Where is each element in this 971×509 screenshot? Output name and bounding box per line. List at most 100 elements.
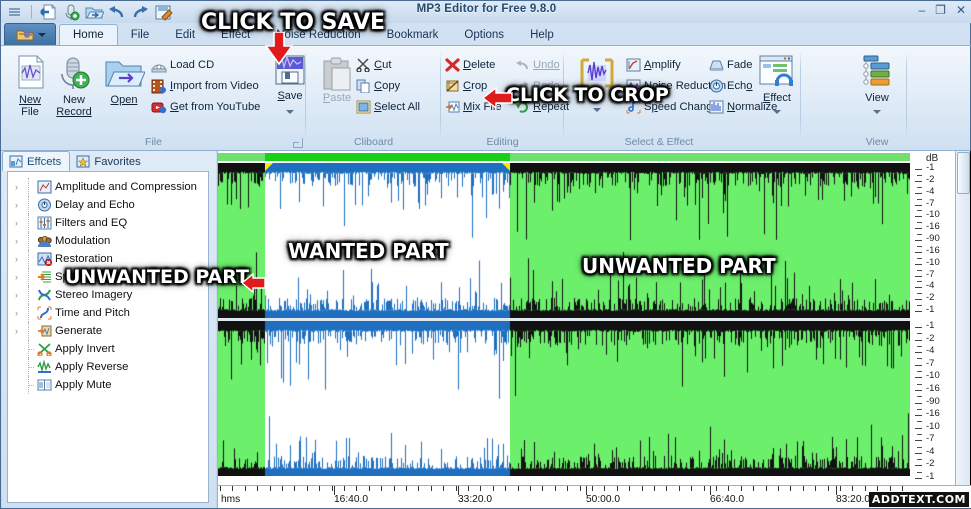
tab-bookmark[interactable]: Bookmark [374,25,452,46]
selection-handle-right[interactable] [502,163,510,171]
tree-item-apply-invert[interactable]: Apply Invert [8,340,208,358]
time-tick [356,486,357,491]
tab-favorites[interactable]: Favorites [70,152,148,171]
tree-item-filters-and-eq[interactable]: › Filters and EQ [8,214,208,232]
time-major-tick [710,486,711,495]
db-tick [915,240,922,241]
tree-item-stereo-imagery[interactable]: › Stereo Imagery [8,286,208,304]
maximize-button[interactable]: ❐ [935,4,946,16]
youtube-icon [151,100,167,115]
db-tick [915,427,922,429]
time-tick [716,486,717,491]
expand-chevron-icon[interactable]: › [12,218,21,228]
db-tick-label: -90 [926,395,940,407]
time-tick [865,486,866,491]
load-cd-item[interactable]: Load CD [151,58,214,73]
get-from-youtube-item[interactable]: Get from YouTube [151,100,260,115]
tab-effects-label: Effcets [27,155,62,168]
annotation-wanted-part: WANTED PART [288,239,449,263]
tree-item-time-and-pitch[interactable]: › Time and Pitch [8,304,208,322]
vertical-scrollbar[interactable] [955,151,970,486]
cut-item[interactable]: Cut [356,58,391,72]
undo-label: Undo [533,58,560,71]
group-label-view: View [865,136,889,148]
time-tick [406,486,407,491]
track-overview-bar[interactable] [218,153,910,161]
crop-item[interactable]: Crop [445,79,487,93]
expand-chevron-icon[interactable]: › [12,308,21,318]
select-dropdown-caret[interactable] [593,108,601,112]
tree-item-generate[interactable]: › Generate [8,322,208,340]
db-tick-label: -16 [926,221,940,233]
amplify-label: Amplify [644,58,681,71]
tree-guide [24,250,34,268]
tree-item-apply-mute[interactable]: Apply Mute [8,376,208,394]
db-tick-label: -4 [926,280,935,292]
echo-item[interactable]: Echo [709,79,753,93]
file-dialog-launcher[interactable] [293,138,303,148]
db-tick [915,364,922,366]
minimize-button[interactable]: – [918,4,925,16]
tab-effects[interactable]: Effcets [2,151,71,171]
tree-guide [24,340,34,358]
save-dropdown-caret[interactable] [286,110,294,114]
waveform-editor[interactable]: dB -1 -2 -4 -7 -10 -16 -90 -16 -10 -7 -4 -2 -1 -1 -2 -4… [217,151,971,508]
copy-item[interactable]: Copy [356,79,400,93]
new-file-button[interactable]: New File [7,54,53,118]
undo-item[interactable]: Undo [515,58,560,72]
expand-chevron-icon[interactable]: › [12,254,21,264]
view-button[interactable]: View [854,54,900,114]
tab-home[interactable]: Home [59,24,118,46]
tab-file[interactable]: File [118,25,163,46]
expand-chevron-icon[interactable]: › [12,290,21,300]
selection-handle-left[interactable] [265,163,273,171]
expand-chevron-icon[interactable]: › [12,272,21,282]
delete-item[interactable]: Delete [445,58,495,72]
expand-chevron-icon[interactable]: › [12,326,21,336]
tab-help[interactable]: Help [517,25,567,46]
time-ruler[interactable]: hms 16:40.0 33:20.0 50:00.0 66:40.0 83:2… [218,485,971,508]
open-button[interactable]: Open [101,54,147,106]
time-tick [270,486,271,491]
effects-tree[interactable]: › Amplitude and Compression › Delay and Ech… [7,171,209,503]
view-dropdown-caret[interactable] [873,110,881,114]
db-tick-label: -1 [926,471,935,482]
tree-item-delay-and-echo[interactable]: › Delay and Echo [8,196,208,214]
tab-label: Edit [175,29,196,41]
time-tick [592,486,593,491]
select-all-label: Select All [374,100,421,113]
time-tick [877,486,878,491]
db-minor-tick [917,293,922,295]
db-tick-label: -2 [926,332,935,344]
expand-chevron-icon[interactable]: › [12,200,21,210]
paste-button[interactable]: Paste [314,56,360,104]
expand-chevron-icon[interactable]: › [12,182,21,192]
tree-item-apply-reverse[interactable]: Apply Reverse [8,358,208,376]
tab-favorites-label: Favorites [94,155,141,168]
waveform-channel-right[interactable] [218,321,910,476]
chevron-down-icon [37,33,46,37]
effect-button[interactable]: Effect [754,54,800,114]
scrollbar-thumb[interactable] [957,152,970,194]
effect-dropdown-caret[interactable] [773,110,781,114]
time-tick [493,486,494,491]
time-unit-label: hms [221,494,241,505]
application-menu-button[interactable] [4,23,56,47]
db-tick-label: -7 [926,197,935,209]
time-tick [294,486,295,491]
select-all-item[interactable]: Select All [356,100,420,114]
cd-icon [151,58,167,73]
expand-chevron-icon[interactable]: › [12,236,21,246]
amplify-item[interactable]: Amplify [626,58,681,72]
new-record-button[interactable]: New Record [51,54,97,118]
tree-item-modulation[interactable]: › Modulation [8,232,208,250]
import-from-video-item[interactable]: Import from Video [151,79,259,94]
close-button[interactable]: ✕ [956,4,966,16]
video-icon [151,79,167,94]
tree-item-amplitude-and-compression[interactable]: › Amplitude and Compression [8,178,208,196]
fade-item[interactable]: Fade [709,58,753,72]
delete-label: Delete [463,58,496,71]
group-label-clipboard: Cliboard [353,136,394,148]
tab-options[interactable]: Options [451,25,517,46]
time-tick [369,486,370,491]
